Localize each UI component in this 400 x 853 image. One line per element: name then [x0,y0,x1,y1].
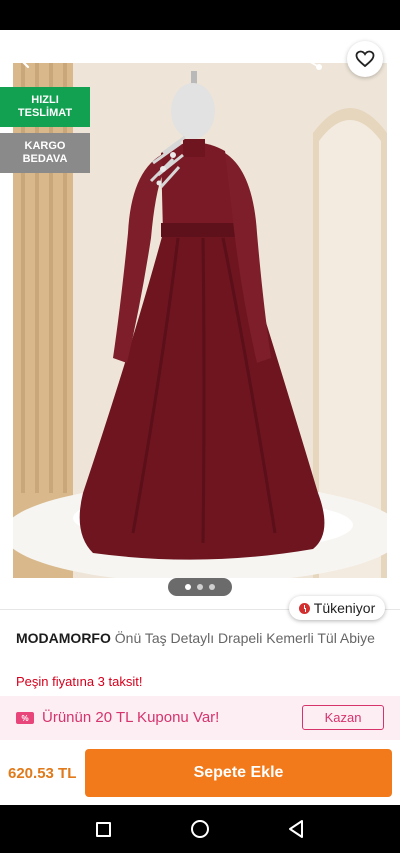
system-nav-bar [0,805,400,853]
free-shipping-line1: KARGO [24,140,66,152]
pagination-dot[interactable] [185,584,191,590]
product-title: MODAMORFO Önü Taş Detaylı Drapeli Kemerl… [16,629,384,648]
claim-coupon-button[interactable]: Kazan [302,705,384,730]
free-shipping-badge: KARGO BEDAVA [0,133,90,173]
add-to-cart-button[interactable]: Sepete Ekle [85,749,392,797]
heart-outline-icon [355,50,375,68]
arrow-left-icon [19,51,38,69]
product-name: Önü Taş Detaylı Drapeli Kemerli Tül Abiy… [114,630,375,646]
back-button[interactable] [12,46,44,74]
product-image-gallery[interactable]: HIZLI TESLİMAT KARGO BEDAVA [0,30,400,605]
low-stock-label: Tükeniyor [313,600,376,616]
fast-delivery-line2: TESLİMAT [17,107,73,119]
recents-square-icon[interactable] [96,822,111,837]
share-button[interactable] [298,45,328,75]
product-detail-screen: HIZLI TESLİMAT KARGO BEDAVA Tükeniyor MO… [0,0,400,853]
share-icon [304,50,322,70]
fast-delivery-badge: HIZLI TESLİMAT [0,87,90,127]
status-bar [0,0,400,30]
pagination-dot[interactable] [197,584,203,590]
product-price: 620.53 TL [8,765,77,782]
coupon-icon: % [16,712,34,724]
pagination-dot[interactable] [209,584,215,590]
coupon-banner[interactable]: % Ürünün 20 TL Kuponu Var! Kazan [0,696,400,740]
favorite-button[interactable] [347,41,383,77]
fast-delivery-line1: HIZLI [31,94,59,106]
coupon-text: Ürünün 20 TL Kuponu Var! [42,709,220,726]
back-triangle-icon[interactable] [287,819,305,839]
home-circle-icon[interactable] [191,820,209,838]
free-shipping-line2: BEDAVA [22,153,68,165]
brand-name[interactable]: MODAMORFO [16,630,111,646]
low-stock-badge: Tükeniyor [289,596,385,620]
image-pagination[interactable] [168,578,232,596]
installment-text: Peşin fiyatına 3 taksit! [16,674,143,689]
clock-icon [298,602,310,614]
